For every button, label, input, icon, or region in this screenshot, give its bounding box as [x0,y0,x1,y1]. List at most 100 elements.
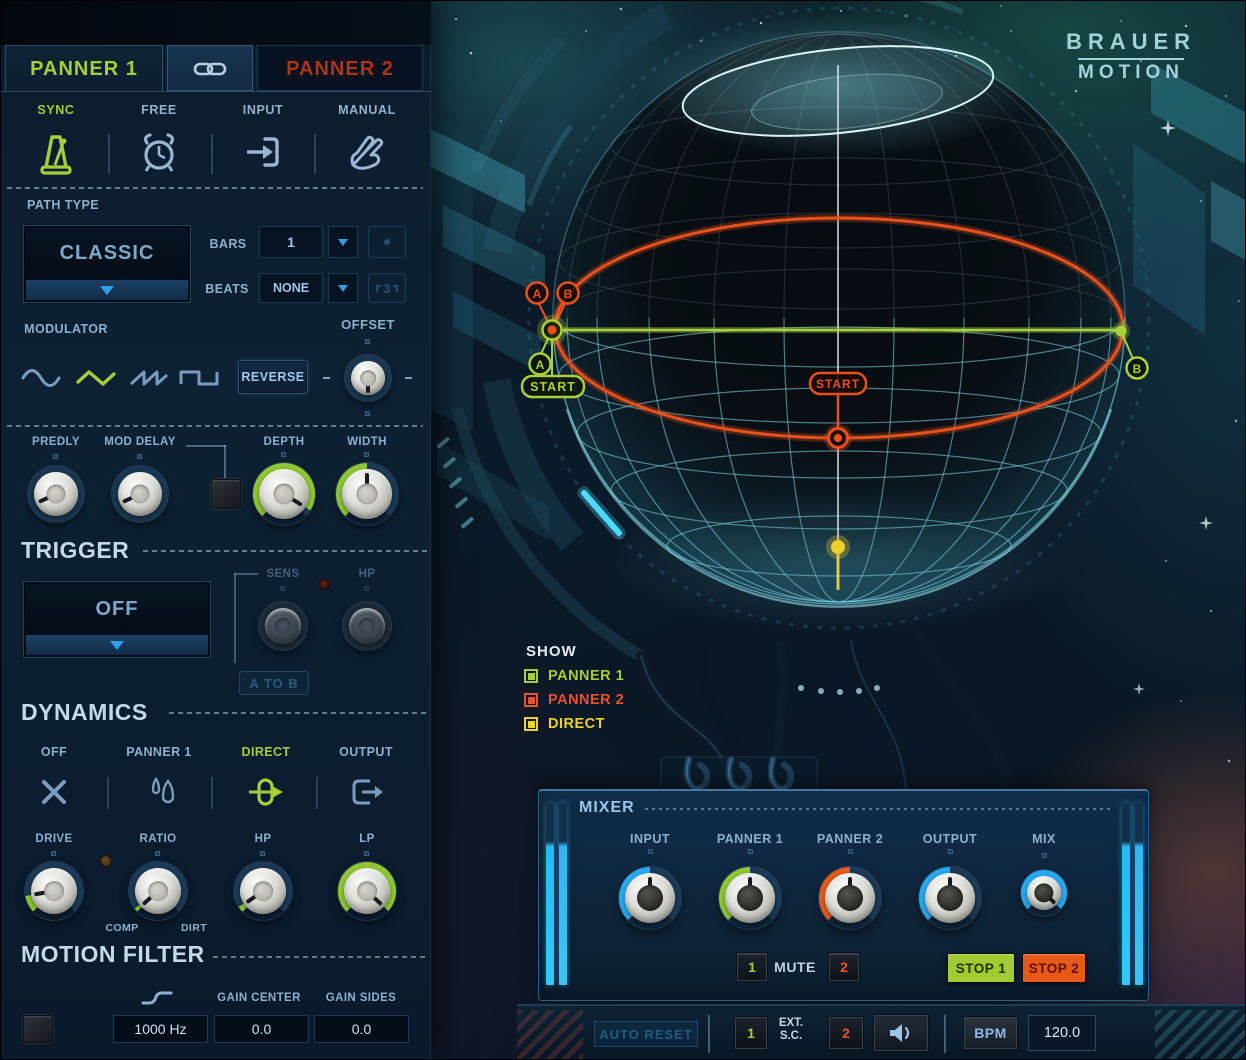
alarm-clock-icon [143,133,175,172]
mod-delay-label: MOD DELAY [104,436,176,448]
mixer-mix-knob[interactable] [1021,870,1067,916]
gain-sides-field[interactable]: 0.0 [314,1015,409,1043]
width-label: WIDTH [347,436,387,448]
marker-green-a[interactable]: A [528,352,552,376]
mod-delay-link-button[interactable] [211,479,241,509]
audition-button[interactable] [874,1015,928,1051]
trigger-hp-label: HP [358,568,376,580]
star-sparkle [1199,516,1213,530]
x-icon [42,780,66,804]
sync-mode-button[interactable] [34,129,78,182]
mixer-panner1-knob[interactable] [719,867,781,929]
drive-led [100,855,112,867]
svg-text:B: B [1133,362,1142,376]
free-mode-button[interactable] [137,129,181,182]
panner1-visibility-checkbox[interactable] [524,669,538,683]
panner1-b-node[interactable] [1115,325,1127,337]
tab-panner2[interactable]: PANNER 2 [257,45,423,91]
mixer-panel: MIXER INPUT PANNER 1 PANNER 2 OUTPUT MIX… [538,789,1149,1001]
waveform-sine-button[interactable] [18,365,64,391]
beats-dropdown-button[interactable] [328,273,358,303]
waveform-square-button[interactable] [176,365,222,391]
mute2-button[interactable]: 2 [829,953,859,981]
sens-knob[interactable] [259,602,307,650]
path-type-value: CLASSIC [26,228,188,278]
show-label: SHOW [526,643,577,660]
waveform-saw-button[interactable] [126,365,172,391]
dyn-lp-knob[interactable] [338,862,396,920]
drive-knob[interactable] [25,862,83,920]
gain-center-field[interactable]: 0.0 [214,1015,309,1043]
comp-label: COMP [105,922,139,934]
marker-orange-a[interactable]: A [525,281,549,305]
output-icon [352,779,383,805]
dyn-hp-knob[interactable] [234,862,292,920]
show-item-panner2[interactable]: PANNER 2 [519,692,624,708]
mod-delay-knob[interactable] [112,466,168,522]
dyn-off-button[interactable] [40,778,68,811]
mixer-panner2-knob[interactable] [819,867,881,929]
ratio-knob[interactable] [129,862,187,920]
direct-marker[interactable] [831,540,845,554]
panner2-visibility-checkbox[interactable] [524,693,538,707]
trigger-dropdown-strip[interactable] [26,635,208,655]
input-label: INPUT [242,103,284,117]
stop2-button[interactable]: STOP 2 [1022,953,1086,983]
dyn-direct-button[interactable] [247,777,285,812]
width-knob[interactable] [336,463,398,525]
stop1-button[interactable]: STOP 1 [947,953,1015,983]
manual-label: MANUAL [338,103,396,117]
tab-panner1[interactable]: PANNER 1 [5,45,163,91]
auto-reset-button[interactable]: AUTO RESET [594,1021,698,1047]
marker-orange-b[interactable]: B [556,281,580,305]
show-legend: SHOW PANNER 1 PANNER 2 DIRECT [519,643,624,732]
ext-sc-2-button[interactable]: 2 [829,1017,863,1049]
input-arrow-icon [247,137,279,167]
show-item-panner1[interactable]: PANNER 1 [519,668,624,684]
manual-mode-button[interactable] [345,129,391,182]
motion-filter-toggle[interactable] [23,1015,53,1043]
direct-visibility-checkbox[interactable] [524,717,538,731]
beats-value[interactable]: NONE [259,273,323,303]
mute1-button[interactable]: 1 [737,953,767,981]
show-item-direct[interactable]: DIRECT [519,716,624,732]
predelay-knob[interactable] [28,466,84,522]
dyn-direct-label: DIRECT [241,745,291,759]
offset-knob[interactable] [345,355,391,401]
marker-green-b[interactable]: B [1125,356,1149,380]
dyn-output-button[interactable] [350,778,384,811]
bpm-button[interactable]: BPM [964,1017,1017,1049]
speaker-icon [890,1024,910,1042]
mixer-panner2-label: PANNER 2 [816,832,884,846]
filter-freq-field[interactable]: 1000 Hz [113,1015,208,1043]
level-meter [1122,803,1130,985]
bracket-icon [376,284,382,292]
input-mode-button[interactable] [241,131,285,180]
link-panners-button[interactable] [167,45,253,91]
bpm-value-field[interactable]: 120.0 [1028,1015,1096,1051]
trigger-dropdown[interactable]: OFF [23,581,211,658]
a-to-b-button[interactable]: A TO B [239,671,309,695]
square-wave-icon [179,370,219,386]
svg-text:B: B [564,287,573,301]
bars-dot-button[interactable] [368,226,406,258]
reverse-button[interactable]: REVERSE [239,361,307,393]
drive-label: DRIVE [35,833,73,845]
mixer-output-knob[interactable] [919,867,981,929]
path-type-dropdown[interactable]: CLASSIC [23,225,191,303]
beats-label: BEATS [205,282,249,296]
triplet-button[interactable]: 3 [368,273,406,303]
svg-text:START: START [530,380,576,394]
waveform-triangle-button[interactable] [73,365,119,391]
mixer-input-knob[interactable] [619,867,681,929]
depth-knob[interactable] [253,463,315,525]
svg-text:A: A [536,358,545,372]
bars-value[interactable]: 1 [259,226,323,258]
dyn-panner1-button[interactable] [143,773,177,814]
sync-label: SYNC [37,103,75,117]
bars-dropdown-button[interactable] [328,226,358,258]
trigger-hp-knob[interactable] [343,602,391,650]
ext-sc-1-button[interactable]: 1 [735,1017,767,1049]
direct-through-icon [249,778,283,806]
path-type-dropdown-strip[interactable] [26,280,188,300]
